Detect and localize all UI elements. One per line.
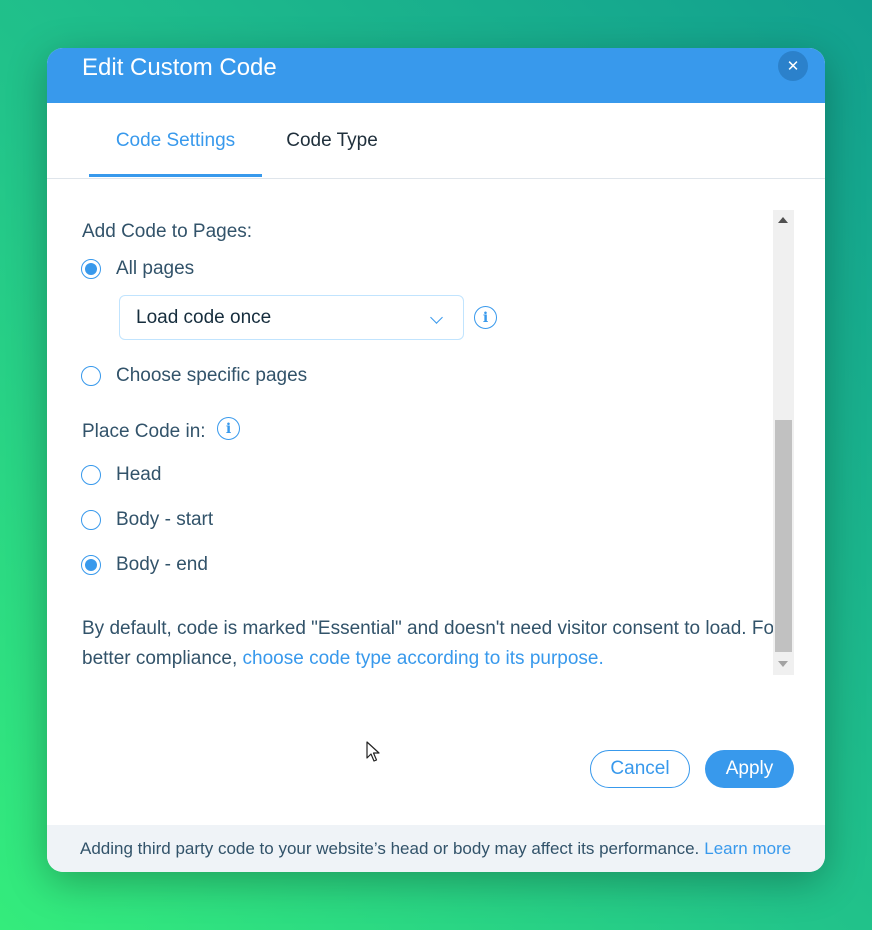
- close-icon: ✕: [786, 58, 800, 75]
- radio-label: Body - end: [116, 554, 208, 575]
- radio-body-end[interactable]: Body - end: [81, 554, 208, 576]
- close-button[interactable]: ✕: [778, 51, 808, 81]
- vertical-scrollbar[interactable]: [773, 210, 794, 675]
- edit-custom-code-dialog: Edit Custom Code ✕ Code Settings Code Ty…: [47, 48, 825, 872]
- radio-body-start[interactable]: Body - start: [81, 509, 213, 531]
- dialog-title: Edit Custom Code: [82, 54, 277, 81]
- learn-more-link[interactable]: Learn more: [704, 839, 791, 859]
- radio-head[interactable]: Head: [81, 464, 161, 486]
- place-code-in-label: Place Code in:: [82, 421, 206, 442]
- scroll-thumb[interactable]: [775, 420, 792, 652]
- mouse-cursor-icon: [366, 741, 380, 762]
- radio-all-pages[interactable]: All pages: [81, 258, 194, 280]
- radio-label: All pages: [116, 258, 195, 279]
- radio-button[interactable]: [81, 259, 101, 279]
- active-tab-indicator: [89, 174, 262, 177]
- radio-button[interactable]: [81, 555, 101, 575]
- performance-footer: Adding third party code to your website’…: [47, 825, 825, 872]
- footer-text: Adding third party code to your website’…: [80, 838, 700, 858]
- radio-label: Body - start: [116, 509, 214, 530]
- consent-notice: By default, code is marked "Essential" a…: [82, 614, 782, 674]
- radio-choose-specific-pages[interactable]: Choose specific pages: [81, 365, 307, 387]
- load-code-dropdown[interactable]: Load code once: [119, 295, 464, 340]
- cancel-button[interactable]: Cancel: [590, 750, 690, 788]
- info-icon[interactable]: i: [217, 417, 240, 440]
- tab-code-type[interactable]: Code Type: [269, 103, 395, 179]
- radio-label: Head: [116, 464, 162, 485]
- radio-label: Choose specific pages: [116, 365, 308, 386]
- tab-code-settings[interactable]: Code Settings: [89, 103, 262, 179]
- chevron-down-icon: [430, 311, 443, 324]
- scroll-down-icon[interactable]: [778, 661, 788, 667]
- apply-button[interactable]: Apply: [705, 750, 794, 788]
- settings-content: Add Code to Pages: All pages Load code o…: [47, 180, 825, 740]
- radio-button[interactable]: [81, 465, 101, 485]
- choose-code-type-link[interactable]: choose code type according to its purpos…: [243, 648, 604, 669]
- tab-bar: Code Settings Code Type: [47, 103, 825, 179]
- dialog-header: Edit Custom Code ✕: [47, 48, 825, 103]
- scroll-up-icon[interactable]: [778, 217, 788, 223]
- radio-button[interactable]: [81, 366, 101, 386]
- add-code-to-pages-label: Add Code to Pages:: [82, 221, 253, 242]
- dropdown-value: Load code once: [136, 306, 272, 328]
- info-icon[interactable]: i: [474, 306, 497, 329]
- radio-button[interactable]: [81, 510, 101, 530]
